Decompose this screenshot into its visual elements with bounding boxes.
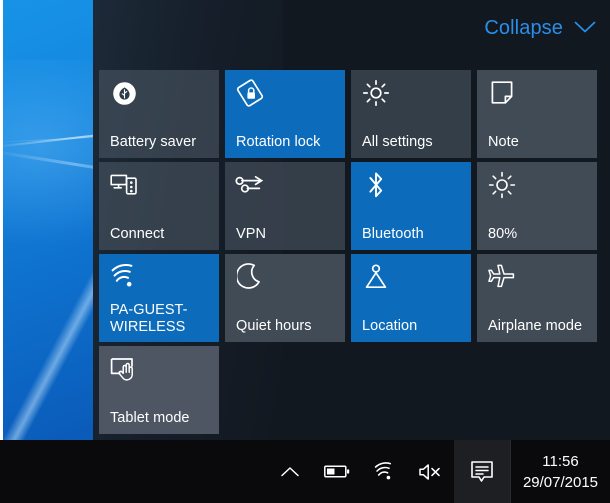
quick-action-tile[interactable]: Quiet hours — [225, 254, 345, 342]
quick-action-tile[interactable]: PA-GUEST- WIRELESS — [99, 254, 219, 342]
quick-action-label: All settings — [362, 134, 433, 150]
quick-action-label: Quiet hours — [236, 318, 312, 334]
note-icon — [487, 78, 517, 108]
taskbar: 11:56 29/07/2015 — [0, 440, 610, 503]
tablet-mode-icon — [109, 354, 139, 384]
gear-icon — [361, 78, 391, 108]
quick-action-tile[interactable]: All settings — [351, 70, 471, 158]
quick-action-tile[interactable]: Battery saver — [99, 70, 219, 158]
battery-saver-icon — [109, 78, 139, 108]
taskbar-clock[interactable]: 11:56 29/07/2015 — [510, 440, 610, 503]
quick-action-label: Battery saver — [110, 134, 197, 150]
quick-action-tile[interactable]: Rotation lock — [225, 70, 345, 158]
quick-action-tile-grid: Battery saver Rotation lock All settings No… — [99, 70, 604, 438]
clock-time: 11:56 — [542, 452, 579, 470]
screen-left-edge — [0, 0, 3, 440]
show-hidden-icons-icon[interactable] — [266, 440, 313, 503]
quick-action-tile[interactable]: VPN — [225, 162, 345, 250]
quick-action-tile[interactable]: Airplane mode — [477, 254, 597, 342]
quick-action-tile[interactable]: Connect — [99, 162, 219, 250]
collapse-label: Collapse — [484, 17, 563, 39]
quick-action-label: Rotation lock — [236, 134, 321, 150]
quick-action-tile[interactable]: Note — [477, 70, 597, 158]
moon-icon — [235, 262, 265, 292]
quick-action-label: Tablet mode — [110, 410, 190, 426]
connect-icon — [109, 170, 139, 200]
screen: Collapse Battery saver Rotation lock All s… — [0, 0, 610, 503]
action-center-header: Collapse — [93, 0, 610, 64]
quick-action-label: Connect — [110, 226, 165, 242]
chevron-down-icon — [574, 17, 596, 40]
quick-action-label: Airplane mode — [488, 318, 583, 334]
airplane-icon — [487, 262, 517, 292]
quick-action-tile[interactable]: Location — [351, 254, 471, 342]
quick-action-tile[interactable]: Tablet mode — [99, 346, 219, 434]
collapse-button[interactable]: Collapse — [484, 17, 596, 40]
location-icon — [361, 262, 391, 292]
rotation-lock-icon — [235, 78, 265, 108]
volume-muted-icon[interactable] — [407, 440, 454, 503]
quick-action-label: Location — [362, 318, 418, 334]
wifi-icon[interactable] — [360, 440, 407, 503]
quick-action-label: Note — [488, 134, 519, 150]
brightness-icon — [487, 170, 517, 200]
quick-action-label: PA-GUEST- WIRELESS — [110, 302, 188, 335]
action-center-icon[interactable] — [454, 440, 510, 503]
battery-icon[interactable] — [313, 440, 360, 503]
action-center-panel: Collapse Battery saver Rotation lock All s… — [93, 0, 610, 440]
system-tray: 11:56 29/07/2015 — [266, 440, 610, 503]
quick-action-tile[interactable]: 80% — [477, 162, 597, 250]
wifi-icon — [109, 262, 139, 292]
quick-action-label: VPN — [236, 226, 266, 242]
bluetooth-icon — [361, 170, 391, 200]
quick-action-tile[interactable]: Bluetooth — [351, 162, 471, 250]
quick-action-label: 80% — [488, 226, 518, 242]
vpn-icon — [235, 170, 265, 200]
quick-action-label: Bluetooth — [362, 226, 424, 242]
clock-date: 29/07/2015 — [522, 473, 599, 491]
